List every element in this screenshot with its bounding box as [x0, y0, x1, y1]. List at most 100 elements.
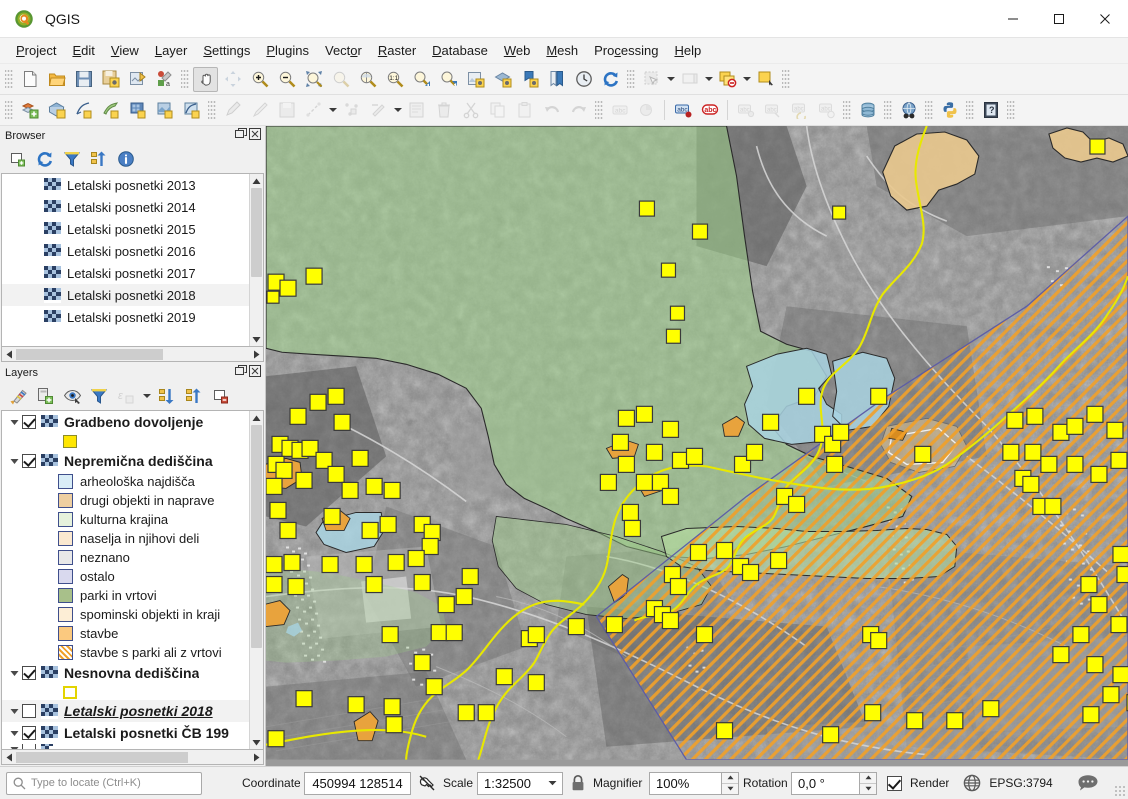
browser-item-2018[interactable]: Letalski posnetki 2018 [2, 284, 249, 306]
paste-features-icon[interactable] [512, 98, 537, 123]
filter-dropdown-icon[interactable] [141, 384, 152, 409]
open-project-icon[interactable] [44, 67, 69, 92]
db-manager-icon[interactable] [855, 98, 880, 123]
layer-letalski-posnetki-cb[interactable]: Letalski posnetki ČB 199 [2, 722, 249, 744]
layer-symbol-row[interactable] [2, 684, 249, 700]
modify-dropdown-icon[interactable] [392, 98, 403, 123]
scale-combobox[interactable]: 1:32500 [477, 772, 563, 795]
save-layer-edits-icon[interactable] [274, 98, 299, 123]
zoom-next-icon[interactable] [436, 67, 461, 92]
layer-group-nesnovna-dediscina[interactable]: Nesnovna dediščina [2, 662, 249, 684]
layer-symbol-row[interactable]: kulturna krajina [2, 510, 249, 529]
chevron-down-icon[interactable] [6, 703, 22, 719]
menu-layer[interactable]: Layer [147, 40, 196, 61]
layer-visibility-checkbox[interactable] [22, 744, 36, 749]
message-log-icon[interactable] [1073, 774, 1103, 793]
show-bookmarks-icon[interactable] [544, 67, 569, 92]
current-edits-icon[interactable] [220, 98, 245, 123]
browser-vertical-scrollbar[interactable] [249, 174, 263, 346]
layer-visibility-checkbox[interactable] [22, 454, 36, 468]
add-line-feature-icon[interactable] [301, 98, 326, 123]
scroll-track[interactable] [250, 188, 263, 332]
zoom-last-icon[interactable] [409, 67, 434, 92]
add-spatialite-layer-icon[interactable] [152, 98, 177, 123]
refresh-map-icon[interactable] [598, 67, 623, 92]
browser-horizontal-scrollbar[interactable] [1, 347, 264, 362]
layer-symbol-row[interactable]: neznano [2, 548, 249, 567]
zoom-native-resolution-icon[interactable]: 1:1 [382, 67, 407, 92]
stepper-down-icon[interactable] [722, 783, 738, 794]
toggle-editing-icon[interactable] [247, 98, 272, 123]
move-label-icon[interactable]: abc [760, 98, 785, 123]
pin-labels-icon[interactable]: abc [697, 98, 722, 123]
browser-close-icon[interactable] [249, 128, 261, 143]
layer-row-clipped[interactable] [2, 744, 249, 749]
toggle-extents-icon[interactable] [415, 773, 439, 793]
select-value-icon[interactable] [677, 67, 702, 92]
toolbar-grip[interactable] [966, 99, 974, 121]
zoom-in-icon[interactable] [247, 67, 272, 92]
new-print-layout-icon[interactable] [125, 67, 150, 92]
coordinate-field[interactable]: 450994 128514 [304, 772, 411, 795]
save-project-as-icon[interactable] [98, 67, 123, 92]
zoom-out-icon[interactable] [274, 67, 299, 92]
layer-group-nepremicna-dediscina[interactable]: Nepremična dediščina [2, 450, 249, 472]
add-postgis-layer-icon[interactable] [125, 98, 150, 123]
render-checkbox[interactable] [887, 776, 902, 791]
menu-database[interactable]: Database [424, 40, 496, 61]
maximize-button[interactable] [1036, 0, 1082, 37]
rotation-field[interactable]: 0,0 ° [791, 772, 860, 795]
add-layer-icon[interactable] [6, 147, 30, 171]
rotate-label-icon[interactable]: abc [787, 98, 812, 123]
layers-tree[interactable]: Gradbeno dovoljenje Nepremična dediščina [1, 410, 264, 750]
zoom-to-selection-icon[interactable] [328, 67, 353, 92]
browser-item-2013[interactable]: Letalski posnetki 2013 [2, 174, 249, 196]
menu-view[interactable]: View [103, 40, 147, 61]
browser-undock-icon[interactable] [235, 128, 247, 143]
map-canvas[interactable] [266, 126, 1128, 766]
toolbar-grip[interactable] [925, 99, 933, 121]
menu-settings[interactable]: Settings [195, 40, 258, 61]
collapse-all-icon[interactable] [182, 384, 206, 408]
zoom-full-icon[interactable] [301, 67, 326, 92]
new-project-icon[interactable] [17, 67, 42, 92]
chevron-down-icon[interactable] [542, 780, 562, 786]
toolbar-grip[interactable] [5, 68, 13, 90]
properties-info-icon[interactable] [114, 147, 138, 171]
menu-web[interactable]: Web [496, 40, 539, 61]
deselect-features-icon[interactable] [715, 67, 740, 92]
browser-item-2019[interactable]: Letalski posnetki 2019 [2, 306, 249, 328]
redo-icon[interactable] [566, 98, 591, 123]
scroll-left-icon[interactable] [2, 348, 16, 361]
collapse-all-icon[interactable] [87, 147, 111, 171]
layer-visibility-checkbox[interactable] [22, 415, 36, 429]
new-map-view-icon[interactable] [463, 67, 488, 92]
menu-raster[interactable]: Raster [370, 40, 424, 61]
change-label-icon[interactable]: abc [814, 98, 839, 123]
close-button[interactable] [1082, 0, 1128, 37]
chevron-down-icon[interactable] [6, 414, 22, 430]
toolbar-grip[interactable] [1007, 99, 1015, 121]
add-vector-layer-icon[interactable] [17, 98, 42, 123]
vertex-tool-icon[interactable] [339, 98, 364, 123]
scroll-thumb[interactable] [251, 425, 262, 648]
show-hide-labels-icon[interactable]: abc [733, 98, 758, 123]
scroll-track[interactable] [250, 425, 263, 735]
toolbar-grip[interactable] [5, 99, 13, 121]
manage-map-themes-icon[interactable] [60, 384, 84, 408]
stepper-down-icon[interactable] [860, 783, 876, 794]
temporal-controller-icon[interactable] [571, 67, 596, 92]
layer-symbol-row[interactable]: stavbe [2, 624, 249, 643]
save-project-icon[interactable] [71, 67, 96, 92]
layer-visibility-checkbox[interactable] [22, 726, 36, 740]
add-wms-layer-icon[interactable] [179, 98, 204, 123]
stepper-up-icon[interactable] [722, 773, 738, 783]
label-layer-icon[interactable]: abc [607, 98, 632, 123]
add-raster-layer-icon[interactable] [44, 98, 69, 123]
map-render[interactable] [266, 126, 1128, 760]
chevron-down-icon[interactable] [6, 665, 22, 681]
browser-item-2015[interactable]: Letalski posnetki 2015 [2, 218, 249, 240]
deselect-dropdown-icon[interactable] [741, 67, 752, 92]
menu-help[interactable]: Help [666, 40, 709, 61]
layers-vertical-scrollbar[interactable] [249, 411, 263, 749]
